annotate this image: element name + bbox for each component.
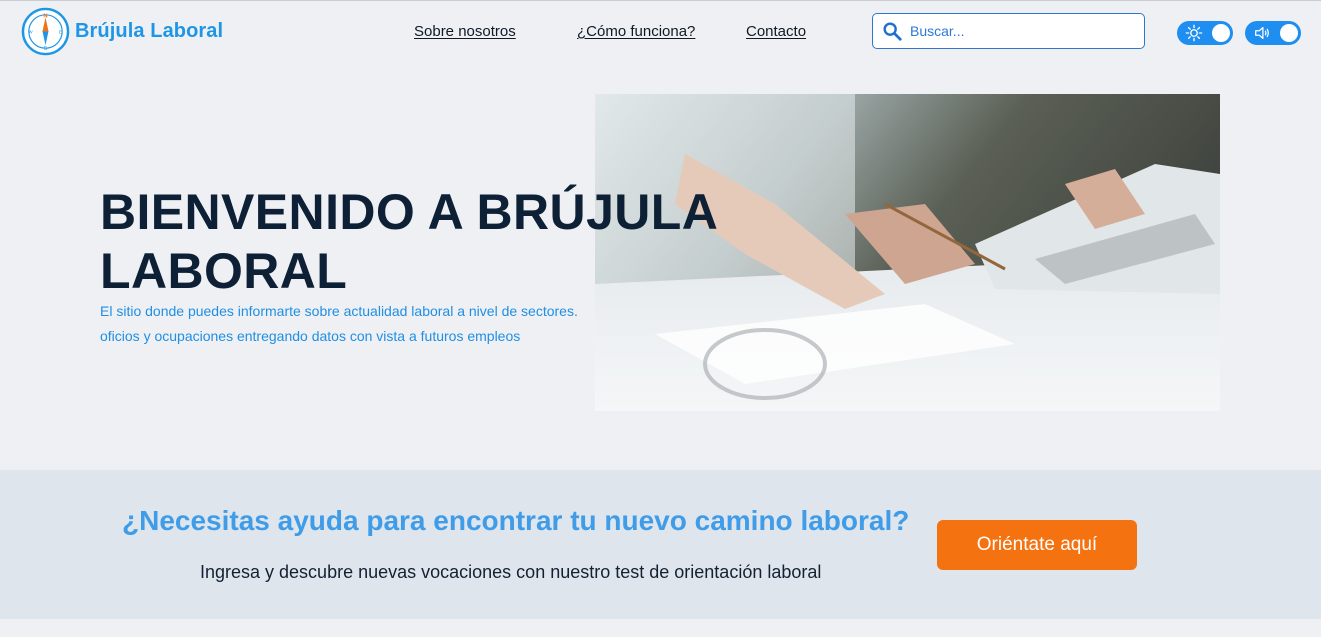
footer-strip [0, 619, 1321, 637]
brand-name: Brújula Laboral [75, 19, 224, 42]
search-box [872, 13, 1145, 49]
sound-toggle[interactable] [1245, 21, 1301, 45]
hero-title: BIENVENIDO A BRÚJULA LABORAL [100, 184, 717, 299]
cta-heading: ¿Necesitas ayuda para encontrar tu nuevo… [122, 505, 910, 536]
orientation-banner: ¿Necesitas ayuda para encontrar tu nuevo… [0, 470, 1321, 619]
search-input[interactable] [910, 23, 1130, 39]
svg-text:N: N [43, 13, 47, 19]
cta-text: Ingresa y descubre nuevas vocaciones con… [200, 562, 822, 582]
speaker-icon [1255, 26, 1269, 40]
svg-text:S: S [44, 46, 48, 52]
search-icon[interactable] [881, 20, 903, 42]
sound-toggle-knob [1280, 24, 1298, 42]
nav-about-link[interactable]: Sobre nosotros [414, 23, 516, 40]
svg-text:W: W [28, 29, 33, 35]
hero-subtitle: El sitio donde puedes informarte sobre a… [100, 303, 578, 344]
brand-home-link[interactable]: N S E W Brújula Laboral [21, 6, 223, 56]
orientation-button[interactable]: Oriéntate aquí [937, 520, 1137, 570]
compass-icon: N S E W [21, 7, 70, 55]
sun-icon [1185, 24, 1203, 42]
theme-toggle-knob [1212, 24, 1230, 42]
theme-toggle[interactable] [1177, 21, 1233, 45]
nav-contact-link[interactable]: Contacto [746, 23, 806, 40]
site-header: N S E W Brújula Laboral Sobre nosotros ¿… [0, 1, 1321, 61]
nav-how-link[interactable]: ¿Cómo funciona? [577, 23, 695, 40]
